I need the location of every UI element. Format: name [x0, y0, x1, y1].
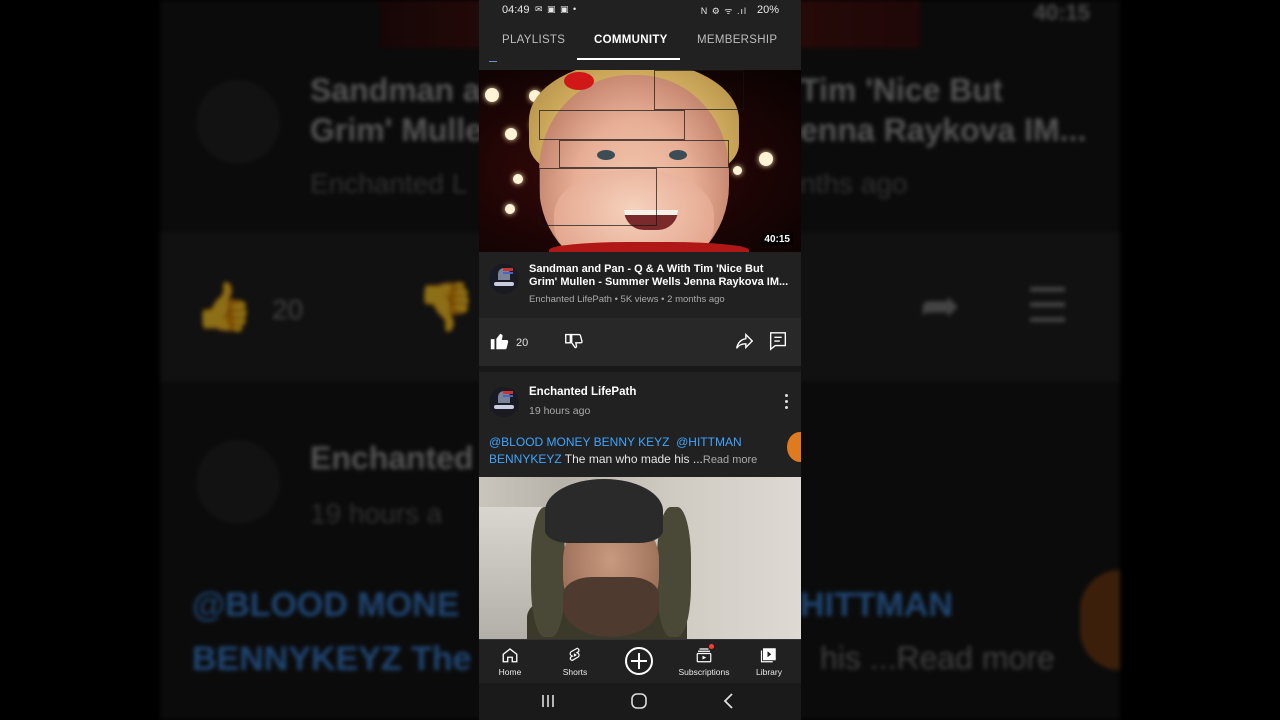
post-text: @BLOOD MONEY BENNY KEYZ @HITTMAN BENNYKE…: [489, 434, 789, 469]
post-divider: [479, 366, 801, 372]
video-title[interactable]: Sandman and Pan - Q & A With Tim 'Nice B…: [529, 263, 791, 289]
backdrop-post-avatar: [196, 440, 280, 524]
tab-community[interactable]: COMMUNITY: [594, 34, 668, 46]
backdrop-post-channel: Enchanted: [310, 440, 474, 476]
bokeh-light: [505, 204, 515, 214]
shorts-icon: [569, 647, 580, 661]
post-channel-name[interactable]: Enchanted LifePath: [529, 386, 636, 398]
recent-apps-icon[interactable]: [538, 691, 558, 711]
backdrop-duration: 40:15: [1033, 0, 1090, 25]
video-thumbnail[interactable]: 40:15: [479, 70, 801, 252]
post-channel-avatar[interactable]: [489, 387, 519, 417]
phone-screen: 04:49 ✉ ▣ ▣ • N ⚙ ᯤ .ıl 20% PLAYLISTS CO…: [479, 0, 801, 720]
tab-membership[interactable]: MEMBERSHIP: [697, 34, 777, 46]
bokeh-light: [505, 128, 517, 140]
screen: 40:15 Sandman a Tim 'Nice But Grim' Mull…: [0, 0, 1280, 720]
backdrop-mention-right: HITTMAN: [800, 586, 953, 624]
nav-home-label: Home: [498, 667, 522, 677]
scroll-indicator: [489, 61, 497, 62]
backdrop-meta-right: nths ago: [800, 168, 908, 199]
bokeh-light: [485, 88, 499, 102]
backdrop-title-line2: Grim' Mullen: [310, 112, 503, 148]
dislike-icon[interactable]: [563, 330, 585, 352]
video-duration: 40:15: [761, 233, 793, 246]
status-time: 04:49: [502, 4, 530, 16]
nav-shorts[interactable]: Shorts: [545, 640, 605, 684]
backdrop-title-line2-right: enna Raykova IM...: [800, 112, 1087, 148]
post-action-row: 20: [479, 318, 801, 366]
bokeh-light: [759, 152, 773, 166]
status-bar: 04:49 ✉ ▣ ▣ • N ⚙ ᯤ .ıl 20%: [479, 0, 801, 22]
backdrop-title-line1-right: Tim 'Nice But: [800, 72, 1003, 108]
comment-icon[interactable]: [767, 330, 789, 352]
post-body: The man who made his ...: [561, 452, 703, 466]
like-icon[interactable]: [489, 330, 511, 352]
back-icon[interactable]: [719, 691, 739, 711]
puzzle-grid-overlay: [539, 70, 744, 252]
battery-level: 20%: [756, 4, 779, 16]
backdrop-dislike-icon: 👎: [416, 281, 476, 334]
nav-library-label: Library: [756, 667, 782, 677]
man-beard: [563, 577, 659, 637]
backdrop-avatar: [196, 80, 280, 164]
nav-home[interactable]: Home: [480, 640, 540, 684]
like-count: 20: [516, 337, 529, 349]
backdrop-title-line1: Sandman a: [310, 72, 481, 108]
bokeh-light: [733, 166, 742, 175]
man-cap: [545, 479, 663, 543]
library-icon: [760, 648, 776, 663]
post-image[interactable]: [479, 477, 801, 640]
status-notification-icons: ✉ ▣ ▣ •: [535, 4, 578, 14]
backdrop-orange-bubble: [1080, 570, 1120, 670]
backdrop-text-line-right: his ...Read more: [820, 640, 1055, 676]
home-icon: [502, 648, 518, 663]
post-timestamp: 19 hours ago: [529, 405, 591, 417]
nav-library[interactable]: Library: [739, 640, 799, 684]
status-system-icons: N ⚙ ᯤ .ıl: [700, 6, 747, 16]
backdrop-share-icon: ➦: [920, 280, 961, 333]
active-tab-underline: [577, 58, 680, 60]
backdrop-comment-icon: ☰: [1026, 280, 1070, 333]
backdrop-mention: @BLOOD MONE: [192, 586, 460, 624]
backdrop-post-time: 19 hours a: [310, 498, 443, 529]
channel-tabs: PLAYLISTS COMMUNITY MEMBERSHIP: [479, 22, 801, 62]
floating-bubble[interactable]: [787, 432, 801, 462]
share-icon[interactable]: [733, 330, 755, 352]
system-navigation-bar: [479, 683, 801, 720]
backdrop-like-count: 20: [272, 294, 304, 325]
backdrop-text-line: BENNYKEYZ The: [192, 640, 472, 678]
tab-playlists[interactable]: PLAYLISTS: [502, 34, 565, 46]
notification-dot: [709, 644, 714, 649]
backdrop-like-icon: 👍: [194, 281, 254, 334]
home-button-icon[interactable]: [629, 691, 649, 711]
read-more-link[interactable]: Read more: [703, 454, 757, 466]
nav-subscriptions[interactable]: Subscriptions: [674, 640, 734, 684]
bottom-navigation: Home Shorts Subscriptions Library: [479, 639, 801, 683]
create-icon[interactable]: [625, 647, 653, 675]
video-meta: Enchanted LifePath • 5K views • 2 months…: [529, 294, 725, 305]
nav-subscriptions-label: Subscriptions: [678, 667, 730, 677]
channel-avatar[interactable]: [489, 264, 519, 294]
bokeh-light: [513, 174, 523, 184]
nav-shorts-label: Shorts: [562, 667, 588, 677]
more-options-icon[interactable]: [780, 392, 792, 410]
mention-link[interactable]: @BLOOD MONEY BENNY KEYZ: [489, 435, 669, 449]
backdrop-meta: Enchanted L: [310, 168, 468, 199]
